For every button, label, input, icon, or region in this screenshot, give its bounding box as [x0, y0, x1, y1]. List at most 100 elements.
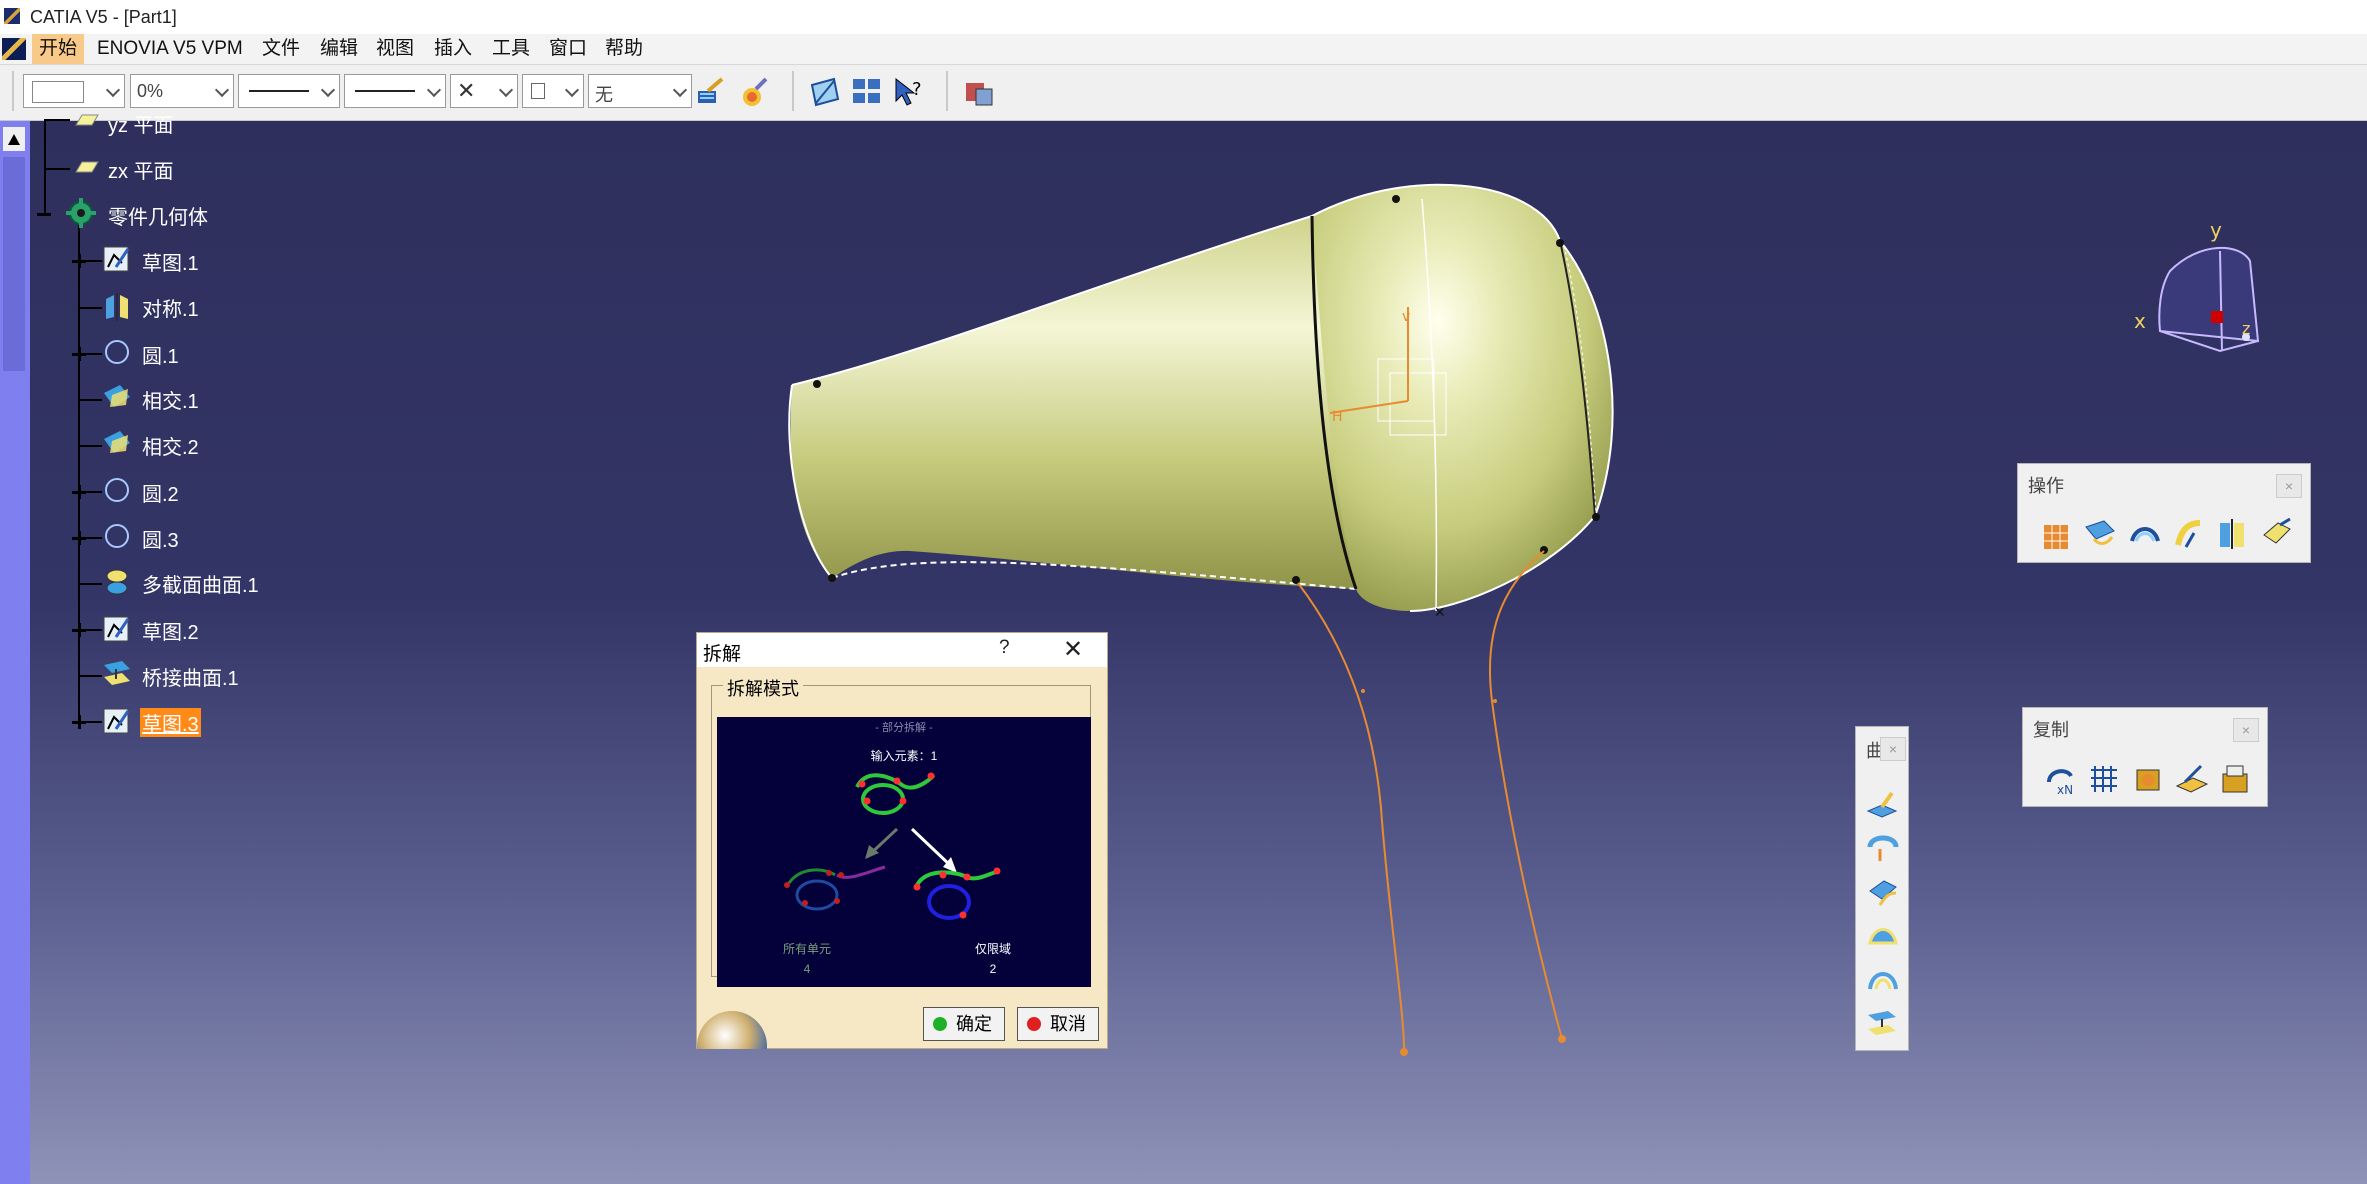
svg-text:H: H: [1332, 409, 1343, 425]
help-icon[interactable]: ?: [999, 637, 1010, 659]
menu-help[interactable]: 帮助: [598, 34, 650, 64]
blend-icon[interactable]: [1866, 1007, 1900, 1041]
tree-item-sketch-3[interactable]: 草图.3: [140, 708, 201, 737]
tree-item-circle-2[interactable]: 圆.2: [142, 478, 179, 507]
join-icon[interactable]: [2040, 519, 2074, 553]
chevron-down-icon: [214, 82, 230, 98]
expand-toggle[interactable]: [72, 254, 86, 268]
3d-viewport[interactable]: ✕ v H y x z: [30, 121, 2367, 1184]
tree-item-intersection-2[interactable]: 相交.2: [142, 431, 199, 460]
layer-combo[interactable]: 无: [588, 74, 692, 108]
layer-value: 无: [595, 85, 613, 105]
tree-item-blend-surface-1[interactable]: 桥接曲面.1: [142, 662, 239, 691]
point-type-combo[interactable]: ✕: [450, 74, 518, 108]
tree-item-multisection-surface-1[interactable]: 多截面曲面.1: [142, 569, 259, 598]
catalog-icon[interactable]: [962, 75, 996, 109]
pattern-icon[interactable]: [2087, 762, 2121, 796]
preview-right-caption: 仅限域: [975, 942, 1011, 956]
symmetry-icon: [102, 291, 132, 321]
chevron-down-icon: [564, 82, 580, 98]
tree-item-part-body[interactable]: 零件几何体: [108, 201, 208, 230]
power-copy-icon[interactable]: [2131, 762, 2165, 796]
tree-scrollbar[interactable]: [0, 121, 30, 1184]
disassemble-mode-preview[interactable]: - 部分拆解 - 输入元素：1 所有单元 4 仅限域 2: [717, 717, 1091, 987]
menu-window[interactable]: 窗口: [542, 34, 594, 64]
plane-icon: [70, 154, 100, 182]
catalog-save-icon[interactable]: [2219, 762, 2253, 796]
toolbar-separator: [792, 71, 794, 111]
model-canvas: ✕ v H y x z: [788, 183, 2260, 1056]
sweep-icon[interactable]: [1866, 875, 1900, 909]
line-thickness-combo[interactable]: [238, 74, 340, 108]
transparency-combo[interactable]: 0%: [130, 74, 234, 108]
expand-toggle[interactable]: [72, 623, 86, 637]
menu-edit[interactable]: 编辑: [313, 34, 365, 64]
tree-item-yz-plane[interactable]: yz 平面: [108, 109, 174, 138]
menu-insert[interactable]: 插入: [427, 34, 479, 64]
body-gear-icon: [66, 198, 96, 228]
user-feature-icon[interactable]: [2175, 762, 2209, 796]
rotate-repeat-icon[interactable]: xN: [2043, 762, 2077, 797]
paint-bucket-icon[interactable]: [738, 75, 772, 109]
line-sample: [249, 90, 309, 92]
untrim-icon[interactable]: [2128, 517, 2162, 551]
menu-start[interactable]: 开始: [32, 34, 85, 64]
scroll-up-button[interactable]: [3, 127, 25, 151]
ok-icon: [933, 1017, 947, 1031]
cancel-icon: [1027, 1017, 1041, 1031]
tree-item-zx-plane[interactable]: zx 平面: [108, 155, 174, 184]
preview-left-count: 4: [804, 962, 811, 976]
tree-item-intersection-1[interactable]: 相交.1: [142, 385, 199, 414]
fill-icon[interactable]: [1866, 919, 1900, 953]
transparency-value: 0%: [137, 81, 164, 101]
multisection-icon[interactable]: [1866, 963, 1900, 997]
render-style-combo[interactable]: [522, 74, 584, 108]
collapse-toggle[interactable]: [37, 207, 51, 221]
replication-toolbar-title: 复制: [2033, 720, 2069, 740]
fly-mode-icon[interactable]: [808, 75, 842, 109]
disassemble-dialog: 拆解 ? ✕ 拆解模式 - 部分拆解 - 输入元素：1 所有单元 4 仅限域 2: [696, 632, 1108, 1049]
extrude-surface-icon[interactable]: [1866, 787, 1900, 821]
expand-toggle[interactable]: [72, 347, 86, 361]
trim-icon[interactable]: [2216, 517, 2250, 551]
menu-enovia[interactable]: ENOVIA V5 VPM: [90, 34, 250, 64]
surfaces-toolbar: 曲 ×: [1855, 726, 1909, 1051]
menu-file[interactable]: 文件: [255, 34, 307, 64]
tree-item-sketch-2[interactable]: 草图.2: [142, 616, 199, 645]
expand-toggle[interactable]: [72, 715, 86, 729]
expand-toggle[interactable]: [72, 531, 86, 545]
whats-this-icon[interactable]: ?: [892, 75, 926, 109]
close-icon[interactable]: ×: [1880, 737, 1906, 761]
dialog-decoration: [697, 1003, 767, 1049]
compass-z-label: z: [2242, 319, 2250, 338]
menu-view[interactable]: 视图: [369, 34, 421, 64]
fill-color-combo[interactable]: [23, 74, 125, 108]
close-icon[interactable]: ×: [2233, 718, 2259, 742]
tree-item-circle-1[interactable]: 圆.1: [142, 340, 179, 369]
cancel-button[interactable]: 取消: [1017, 1007, 1099, 1041]
compass-x-label: x: [2134, 309, 2146, 333]
scroll-thumb[interactable]: [3, 157, 25, 371]
extract-icon[interactable]: [2260, 517, 2294, 551]
tree-item-symmetry-1[interactable]: 对称.1: [142, 293, 199, 322]
healing-icon[interactable]: [2084, 517, 2118, 551]
tree-item-sketch-1[interactable]: 草图.1: [142, 247, 199, 276]
chevron-down-icon: [105, 82, 121, 98]
catia-menu-icon[interactable]: [2, 38, 26, 60]
split-icon[interactable]: [2172, 517, 2206, 551]
blend-surface[interactable]: [1310, 183, 1614, 612]
expand-toggle[interactable]: [72, 485, 86, 499]
sketch-curves[interactable]: [1297, 550, 1566, 1056]
close-icon[interactable]: ✕: [1063, 635, 1083, 664]
line-type-combo[interactable]: [344, 74, 446, 108]
tree-item-circle-3[interactable]: 圆.3: [142, 524, 179, 553]
close-icon[interactable]: ×: [2276, 474, 2302, 498]
ok-button[interactable]: 确定: [923, 1007, 1005, 1041]
svg-text:v: v: [1402, 309, 1410, 325]
tree-line: [78, 225, 80, 723]
menu-tools[interactable]: 工具: [485, 34, 537, 64]
compass-grid-icon[interactable]: [850, 75, 884, 109]
multisection-surface[interactable]: [788, 215, 1357, 590]
painter-icon[interactable]: [694, 75, 728, 109]
revolve-surface-icon[interactable]: [1866, 831, 1900, 865]
